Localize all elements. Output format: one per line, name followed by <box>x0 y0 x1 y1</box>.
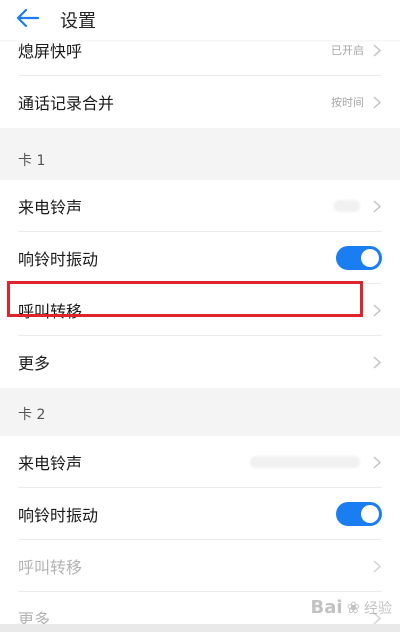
section-header-card2: 卡 2 <box>0 388 400 436</box>
card1-call-forwarding-row[interactable]: 呼叫转移 <box>0 284 400 336</box>
row-label: 更多 <box>18 354 51 373</box>
card1-group: 来电铃声 响铃时振动 呼叫转移 更多 <box>0 180 400 388</box>
row-label: 响铃时振动 <box>18 250 99 269</box>
ringtone-value-blurred <box>250 456 360 468</box>
chevron-right-icon <box>372 95 382 109</box>
row-label: 来电铃声 <box>18 454 83 473</box>
settings-list: 熄屏快呼 已开启 通话记录合并 按时间 卡 1 来电铃声 响铃时振动 呼叫转移 … <box>0 24 400 632</box>
row-call-log-merge[interactable]: 通话记录合并 按时间 <box>0 76 400 128</box>
row-label: 通话记录合并 <box>18 94 115 113</box>
row-label: 来电铃声 <box>18 198 83 217</box>
toggle-knob <box>361 505 379 523</box>
ringtone-value-blurred <box>334 200 360 212</box>
toggle-knob <box>361 249 379 267</box>
baidu-watermark: Bai ❀ 经验 <box>311 597 392 618</box>
back-button[interactable] <box>6 0 50 40</box>
vibrate-toggle[interactable] <box>336 246 382 270</box>
card2-call-forwarding-row: 呼叫转移 <box>0 540 400 592</box>
chevron-right-icon <box>372 43 382 57</box>
chevron-right-icon <box>372 199 382 213</box>
row-value: 按时间 <box>331 96 364 109</box>
chevron-right-icon <box>372 455 382 469</box>
row-label: 响铃时振动 <box>18 506 99 525</box>
card1-ringtone-row[interactable]: 来电铃声 <box>0 180 400 232</box>
chevron-right-icon <box>372 303 382 317</box>
card1-more-row[interactable]: 更多 <box>0 336 400 388</box>
watermark-text: Bai <box>310 597 343 618</box>
card2-ringtone-row[interactable]: 来电铃声 <box>0 436 400 488</box>
chevron-right-icon <box>372 559 382 573</box>
settings-screen: 熄屏快呼 已开启 通话记录合并 按时间 卡 1 来电铃声 响铃时振动 呼叫转移 … <box>0 0 400 632</box>
app-header: 设置 <box>0 0 400 40</box>
row-label: 熄屏快呼 <box>18 42 83 61</box>
row-label: 呼叫转移 <box>18 302 83 321</box>
watermark-suffix: 经验 <box>364 600 392 617</box>
vibrate-toggle[interactable] <box>336 502 382 526</box>
bottom-bar <box>0 624 400 632</box>
section-header-card1: 卡 1 <box>0 128 400 180</box>
card2-vibrate-row: 响铃时振动 <box>0 488 400 540</box>
page-title: 设置 <box>60 11 96 32</box>
chevron-right-icon <box>372 355 382 369</box>
paw-icon: ❀ <box>346 598 360 617</box>
row-value: 已开启 <box>331 44 364 57</box>
arrow-left-icon <box>16 8 40 31</box>
row-label: 呼叫转移 <box>18 558 83 577</box>
card1-vibrate-row: 响铃时振动 <box>0 232 400 284</box>
